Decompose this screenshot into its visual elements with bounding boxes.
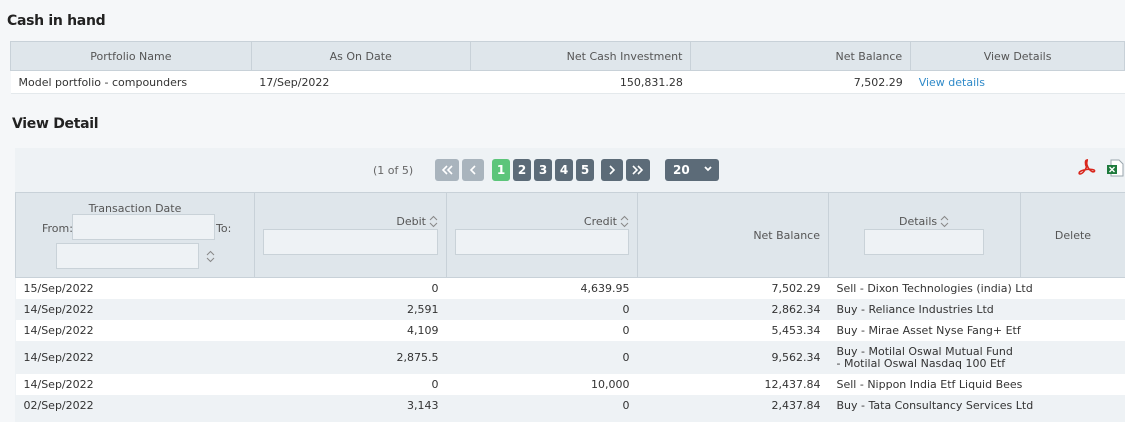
- details-cell: Sell - Nippon India Etf Liquid Bees: [828, 374, 1125, 395]
- col-delete: Delete: [1020, 192, 1125, 278]
- table-row: 14/Sep/2022 4,109 0 5,453.34 Buy - Mirae…: [15, 320, 1125, 341]
- sort-icon[interactable]: [620, 215, 629, 228]
- table-row: 14/Sep/2022 0 10,000 12,437.84 Sell - Ni…: [15, 374, 1125, 395]
- balance-cell: 12,437.84: [637, 374, 829, 395]
- to-date-input[interactable]: [56, 243, 199, 269]
- page-size-value: 20: [673, 163, 690, 177]
- double-chevron-left-icon: [441, 165, 453, 175]
- credit-cell: 0: [446, 320, 638, 341]
- debit-cell: 0: [254, 374, 447, 395]
- sort-icon[interactable]: [429, 215, 438, 228]
- col-net-balance: Net Balance: [690, 41, 912, 71]
- cash-summary-table: Portfolio Name As On Date Net Cash Inves…: [10, 41, 1125, 94]
- credit-cell: 0: [446, 395, 638, 416]
- page-button-1[interactable]: 1: [492, 159, 510, 181]
- from-date-input[interactable]: [72, 214, 215, 240]
- page-button-5[interactable]: 5: [576, 159, 594, 181]
- balance-cell: 9,562.34: [637, 341, 829, 374]
- net-cash-investment-cell: 150,831.28: [470, 70, 691, 94]
- chevron-left-icon: [469, 165, 476, 175]
- debit-cell: 2,875.5: [254, 341, 447, 374]
- details-filter-input[interactable]: [864, 229, 984, 255]
- as-on-date-cell: 17/Sep/2022: [251, 70, 471, 94]
- details-text: Buy - Motilal Oswal Mutual Fund - Motila…: [836, 344, 1013, 370]
- pagination-toolbar: (1 of 5) 1 2 3 4 5 20: [15, 148, 1125, 192]
- details-label: Details: [899, 215, 938, 228]
- first-page-button[interactable]: [435, 159, 459, 181]
- balance-cell: 7,502.29: [637, 277, 829, 299]
- balance-cell: 2,862.34: [637, 299, 829, 320]
- page-button-2[interactable]: 2: [513, 159, 531, 181]
- credit-cell: 0: [446, 299, 638, 320]
- last-page-button[interactable]: [626, 159, 650, 181]
- prev-page-button[interactable]: [462, 159, 484, 181]
- delete-label: Delete: [1054, 228, 1092, 242]
- transactions-table: Transaction Date From: To: Debit Credit …: [15, 192, 1125, 416]
- col-details[interactable]: Details: [828, 192, 1021, 278]
- date-cell: 14/Sep/2022: [15, 341, 255, 374]
- cash-in-hand-title: Cash in hand: [7, 13, 106, 29]
- col-transaction-date: Transaction Date From: To:: [15, 192, 255, 278]
- balance-cell: 2,437.84: [637, 395, 829, 416]
- page-button-4[interactable]: 4: [555, 159, 573, 181]
- col-portfolio-name: Portfolio Name: [10, 41, 252, 71]
- table-row: 02/Sep/2022 3,143 0 2,437.84 Buy - Tata …: [15, 395, 1125, 416]
- col-view-details: View Details: [910, 41, 1125, 71]
- details-cell: Buy - Motilal Oswal Mutual Fund - Motila…: [828, 341, 1125, 374]
- page-size-select[interactable]: 20: [665, 159, 719, 181]
- portfolio-name-cell: Model portfolio - compounders: [10, 70, 252, 94]
- table-row: 15/Sep/2022 0 4,639.95 7,502.29 Sell - D…: [15, 277, 1125, 299]
- table-row: 14/Sep/2022 2,591 0 2,862.34 Buy - Relia…: [15, 299, 1125, 320]
- chevron-down-icon: [704, 166, 712, 172]
- balance-cell: 5,453.34: [637, 320, 829, 341]
- col-net-cash-investment: Net Cash Investment: [469, 41, 692, 71]
- transactions-header-row: Transaction Date From: To: Debit Credit …: [15, 192, 1125, 278]
- from-label: From:: [42, 222, 73, 235]
- view-details-link[interactable]: View details: [919, 76, 985, 89]
- net-balance-label: Net Balance: [753, 228, 820, 242]
- next-page-button[interactable]: [601, 159, 623, 181]
- credit-label: Credit: [583, 215, 617, 228]
- date-cell: 14/Sep/2022: [15, 299, 255, 320]
- debit-cell: 2,591: [254, 299, 447, 320]
- col-debit[interactable]: Debit: [254, 192, 447, 278]
- to-label: To:: [216, 222, 232, 235]
- page-button-3[interactable]: 3: [534, 159, 552, 181]
- page-info: (1 of 5): [373, 164, 414, 177]
- details-cell: Sell - Dixon Technologies (india) Ltd: [828, 277, 1125, 299]
- net-balance-cell: 7,502.29: [690, 70, 911, 94]
- credit-cell: 10,000: [446, 374, 638, 395]
- date-cell: 14/Sep/2022: [15, 320, 255, 341]
- sort-icon[interactable]: [940, 215, 949, 228]
- debit-filter-input[interactable]: [263, 229, 438, 255]
- sort-icon[interactable]: [206, 250, 215, 263]
- chevron-right-icon: [609, 165, 616, 175]
- credit-cell: 0: [446, 341, 638, 374]
- excel-export-icon[interactable]: [1105, 158, 1125, 178]
- date-cell: 14/Sep/2022: [15, 374, 255, 395]
- table-row: 14/Sep/2022 2,875.5 0 9,562.34 Buy - Mot…: [15, 341, 1125, 374]
- summary-header-row: Portfolio Name As On Date Net Cash Inves…: [10, 41, 1125, 71]
- debit-cell: 3,143: [254, 395, 447, 416]
- pdf-export-icon[interactable]: [1077, 158, 1097, 178]
- debit-cell: 0: [254, 277, 447, 299]
- credit-filter-input[interactable]: [455, 229, 629, 255]
- detail-panel: (1 of 5) 1 2 3 4 5 20 Transaction Date F…: [15, 148, 1125, 422]
- debit-label: Debit: [396, 215, 426, 228]
- view-details-cell: View details: [910, 70, 1125, 94]
- details-cell: Buy - Mirae Asset Nyse Fang+ Etf: [828, 320, 1125, 341]
- col-as-on-date: As On Date: [250, 41, 471, 71]
- debit-cell: 4,109: [254, 320, 447, 341]
- col-net-balance-detail: Net Balance: [637, 192, 829, 278]
- view-detail-title: View Detail: [12, 116, 99, 132]
- col-credit[interactable]: Credit: [446, 192, 638, 278]
- credit-cell: 4,639.95: [446, 277, 638, 299]
- double-chevron-right-icon: [632, 165, 644, 175]
- details-cell: Buy - Tata Consultancy Services Ltd: [828, 395, 1125, 416]
- summary-row: Model portfolio - compounders 17/Sep/202…: [10, 70, 1125, 94]
- details-cell: Buy - Reliance Industries Ltd: [828, 299, 1125, 320]
- date-cell: 02/Sep/2022: [15, 395, 255, 416]
- date-cell: 15/Sep/2022: [15, 277, 255, 299]
